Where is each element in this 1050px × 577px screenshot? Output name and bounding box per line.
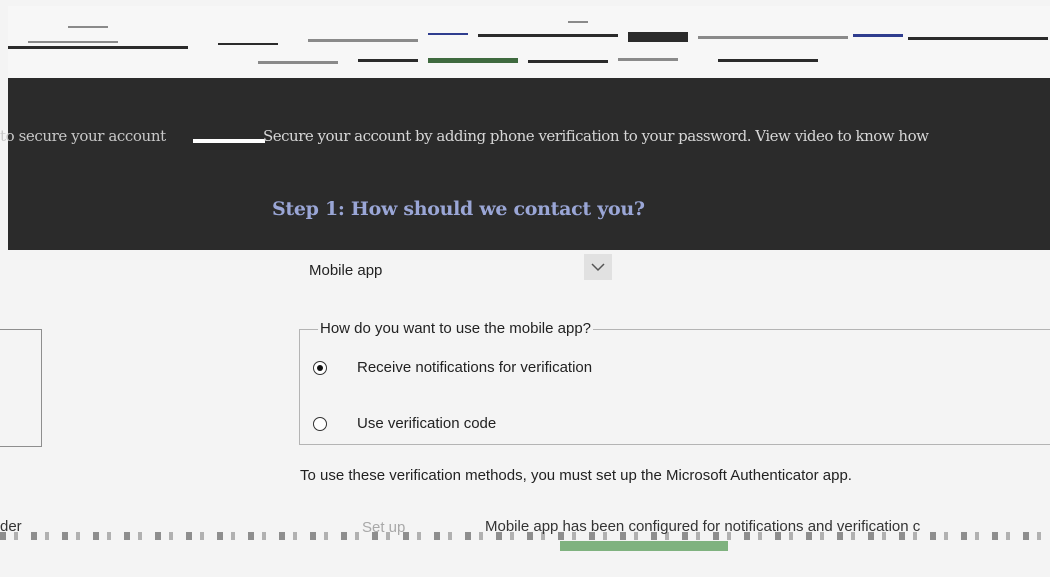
- mfa-setup-window: to secure your account Secure your accou…: [0, 0, 1050, 577]
- radio-unselected-icon[interactable]: [313, 416, 327, 431]
- bottom-green-bar: [560, 541, 728, 551]
- contact-method-select[interactable]: Mobile app: [284, 250, 614, 290]
- contact-method-value: Mobile app: [309, 262, 383, 279]
- fieldset-legend: How do you want to use the mobile app?: [318, 320, 594, 337]
- setup-button[interactable]: Set up: [352, 514, 432, 540]
- top-garbled-strip: [8, 6, 1050, 78]
- header-description: Secure your account by adding phone veri…: [263, 127, 929, 145]
- header-band: [8, 78, 1050, 250]
- step-title: Step 1: How should we contact you?: [272, 198, 645, 220]
- configuration-status-text: Mobile app has been configured for notif…: [485, 518, 921, 535]
- chevron-down-icon[interactable]: [584, 254, 612, 280]
- radio-receive-notifications[interactable]: Receive notifications for verification: [313, 359, 592, 376]
- authenticator-help-text: To use these verification methods, you m…: [300, 467, 852, 484]
- active-tab-underline: [193, 139, 265, 143]
- radio-selected-icon[interactable]: [313, 360, 327, 375]
- bottom-left-text: der: [0, 518, 22, 535]
- tab-secure-account[interactable]: to secure your account: [0, 127, 166, 145]
- radio-label-notifications: Receive notifications for verification: [357, 359, 593, 376]
- radio-use-code[interactable]: Use verification code: [313, 415, 496, 432]
- left-panel-box: [0, 329, 42, 447]
- radio-label-code: Use verification code: [357, 415, 497, 432]
